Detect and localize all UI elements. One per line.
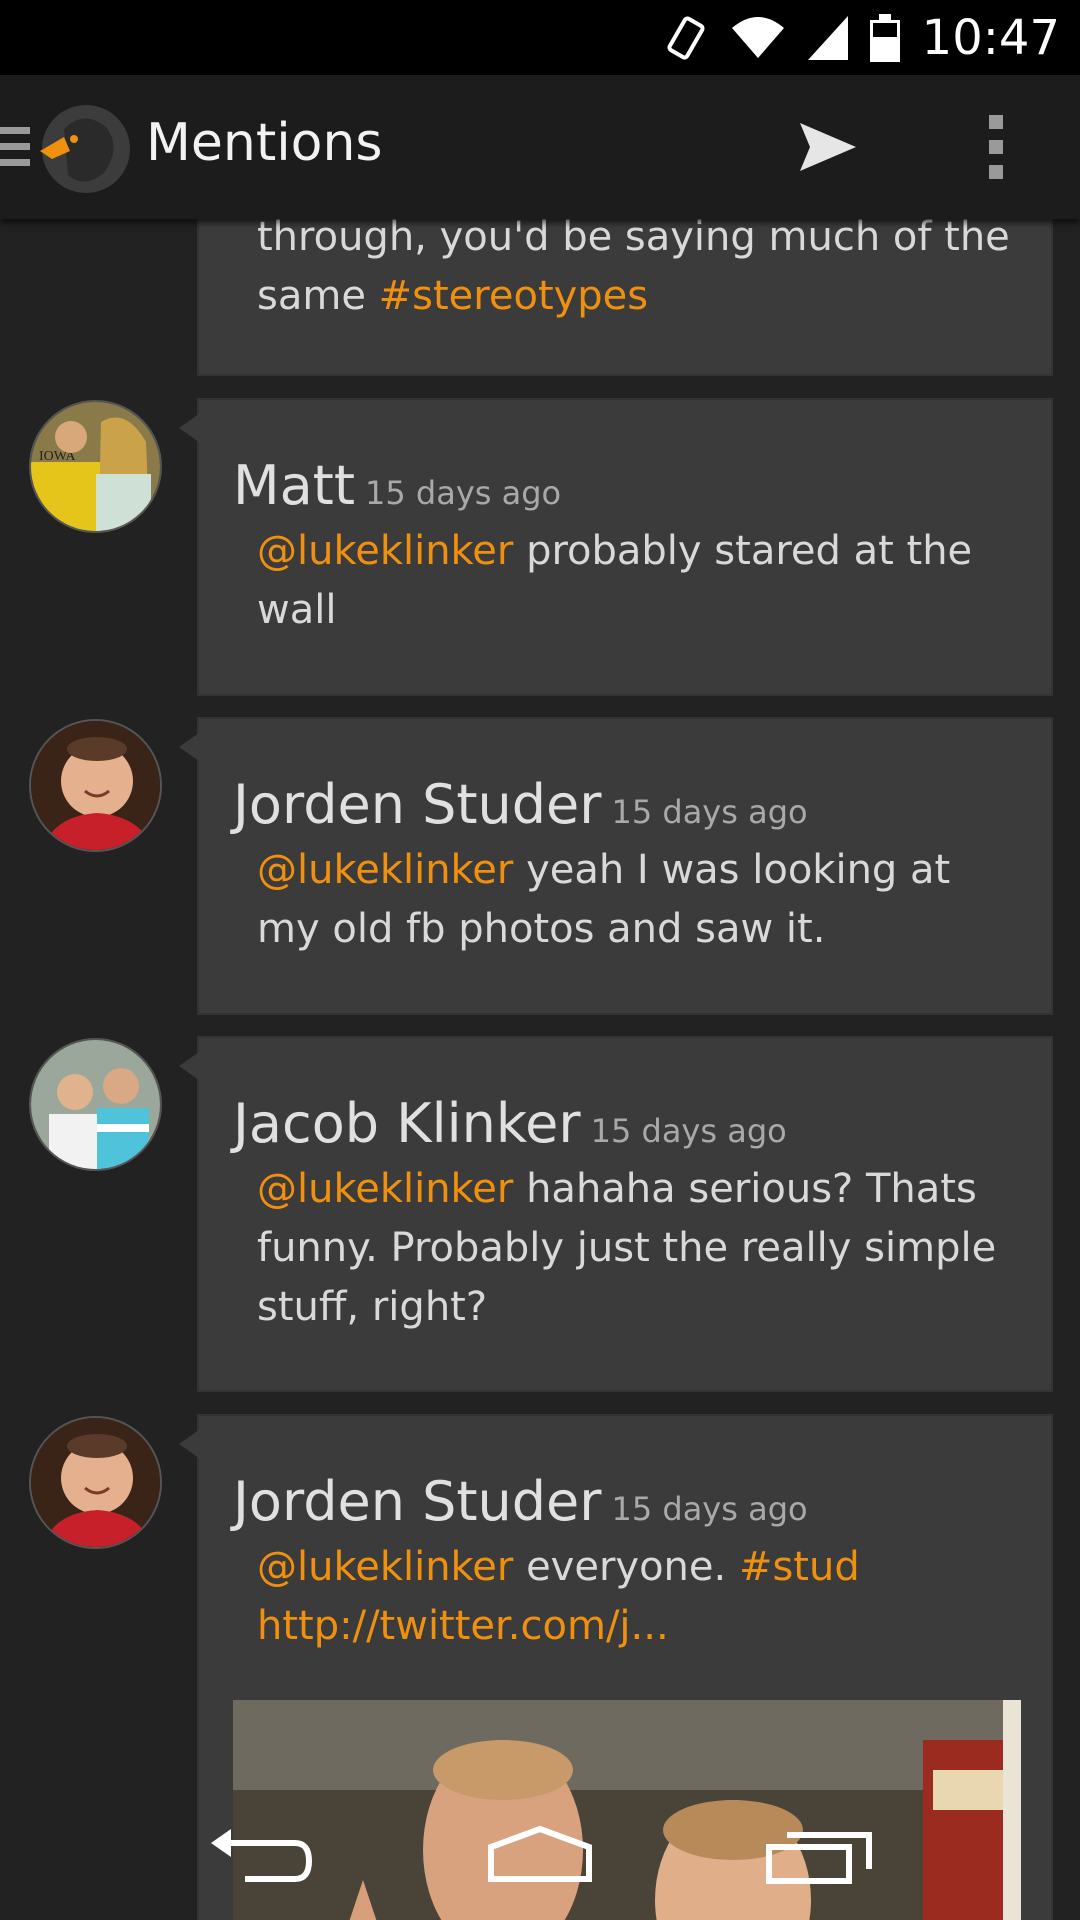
- back-icon[interactable]: [200, 1815, 320, 1895]
- timestamp: 15 days ago: [365, 474, 562, 512]
- avatar[interactable]: [29, 1416, 162, 1549]
- author-name[interactable]: Jorden Studer: [233, 1470, 601, 1533]
- avatar-photo: [31, 1040, 160, 1169]
- avatar-photo: [31, 721, 160, 850]
- send-icon[interactable]: [796, 115, 860, 179]
- clock: 10:47: [921, 9, 1060, 66]
- avatar[interactable]: [29, 1038, 162, 1171]
- overflow-dot: [989, 115, 1003, 129]
- overflow-dot: [989, 165, 1003, 179]
- battery-icon: [869, 13, 900, 62]
- author-name[interactable]: Jacob Klinker: [233, 1092, 581, 1155]
- tweet-card[interactable]: Matt 15 days ago @lukeklinker probably st…: [179, 398, 1053, 696]
- timestamp: 15 days ago: [590, 1112, 787, 1150]
- overflow-dot: [989, 140, 1003, 154]
- avatar-photo: IOWA: [31, 402, 160, 531]
- card-arrow: [179, 733, 199, 761]
- author-name[interactable]: Matt: [233, 454, 355, 517]
- avatar-photo: [31, 1418, 160, 1547]
- tweet-card[interactable]: Jacob Klinker 15 days ago @lukeklinker ha…: [179, 1036, 1053, 1392]
- tweet-body: everyone.: [513, 1544, 739, 1590]
- mention-link[interactable]: @lukeklinker: [257, 1166, 513, 1212]
- card-arrow: [179, 1430, 199, 1458]
- avatar[interactable]: IOWA: [29, 400, 162, 533]
- tweet-text: @lukeklinker hahaha serious? Thats funny…: [257, 1160, 1017, 1337]
- mention-link[interactable]: @lukeklinker: [257, 528, 513, 574]
- tweet-text: @lukeklinker probably stared at the wall: [257, 522, 1017, 640]
- timestamp: 15 days ago: [611, 1490, 808, 1528]
- navigation-bar: [0, 1790, 1080, 1920]
- author-line: Jacob Klinker 15 days ago: [233, 1092, 787, 1155]
- author-name[interactable]: Jorden Studer: [233, 773, 601, 836]
- signal-icon: [807, 14, 848, 62]
- home-icon[interactable]: [480, 1815, 600, 1895]
- tweet-text-line: same: [257, 273, 379, 319]
- wifi-icon: [730, 14, 786, 62]
- tweet-text: @lukeklinker everyone. #stud http://twit…: [257, 1538, 1017, 1656]
- avatar[interactable]: [29, 719, 162, 852]
- tweet-text-line: through, you'd be saying much of the: [257, 214, 1010, 260]
- overflow-menu-icon[interactable]: [982, 115, 1010, 179]
- url-link[interactable]: http://twitter.com/j...: [257, 1603, 669, 1649]
- card-arrow: [179, 414, 199, 442]
- app-logo[interactable]: [34, 99, 132, 197]
- card-arrow: [179, 1052, 199, 1080]
- action-bar: Mentions: [0, 75, 1080, 219]
- hashtag-link[interactable]: #stereotypes: [379, 273, 649, 319]
- vibrate-icon: [664, 14, 708, 62]
- page-title: Mentions: [146, 113, 383, 173]
- hashtag-link[interactable]: #stud: [739, 1544, 860, 1590]
- tweet-text: through, you'd be saying much of the sam…: [257, 208, 1017, 326]
- screen: through, you'd be saying much of the sam…: [0, 0, 1080, 1920]
- tweet-card[interactable]: Jorden Studer 15 days ago @lukeklinker ye…: [179, 717, 1053, 1015]
- tweet-text: @lukeklinker yeah I was looking at my ol…: [257, 841, 1017, 959]
- author-line: Matt 15 days ago: [233, 454, 561, 517]
- drawer-icon[interactable]: [0, 125, 30, 169]
- status-bar: 10:47: [0, 0, 1080, 75]
- author-line: Jorden Studer 15 days ago: [233, 1470, 808, 1533]
- mention-link[interactable]: @lukeklinker: [257, 847, 513, 893]
- recents-icon[interactable]: [760, 1815, 880, 1895]
- timestamp: 15 days ago: [611, 793, 808, 831]
- mention-link[interactable]: @lukeklinker: [257, 1544, 513, 1590]
- author-line: Jorden Studer 15 days ago: [233, 773, 808, 836]
